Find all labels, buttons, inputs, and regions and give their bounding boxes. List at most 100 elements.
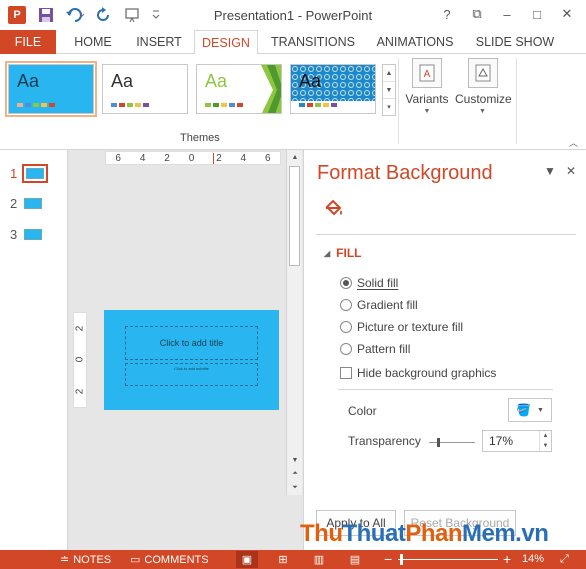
ruler-tick: 4 xyxy=(240,152,247,164)
theme-sample-text: Aa xyxy=(299,71,322,91)
tab-transitions[interactable]: TRANSITIONS xyxy=(266,30,360,54)
customize-button[interactable]: Customize ▼ xyxy=(455,58,512,115)
fit-slide-icon[interactable]: ⤢ xyxy=(560,553,569,566)
slide-thumbnail[interactable]: 3 xyxy=(10,227,42,242)
slide-canvas[interactable]: Click to add title Click to add subtitle xyxy=(104,310,279,410)
previous-slide-icon[interactable]: ⏶ xyxy=(287,467,303,481)
tab-insert[interactable]: INSERT xyxy=(128,30,190,54)
ribbon-tabs: FILE HOME INSERT DESIGN TRANSITIONS ANIM… xyxy=(0,30,586,55)
pane-options-icon[interactable]: ▼ xyxy=(544,164,556,178)
transparency-label: Transparency xyxy=(348,434,421,448)
editor-scrollbar[interactable]: ▲ ▼ ⏶ ⏷ xyxy=(286,150,302,495)
zoom-level[interactable]: 14% xyxy=(522,553,544,565)
paint-bucket-icon[interactable] xyxy=(322,196,346,220)
reading-view-icon[interactable]: ▥ xyxy=(308,551,330,568)
tab-home[interactable]: HOME xyxy=(64,30,122,54)
ruler-tick: 4 xyxy=(139,152,146,164)
close-icon[interactable]: ✕ xyxy=(566,164,576,178)
normal-view-icon[interactable]: ▣ xyxy=(236,551,258,568)
tab-design[interactable]: DESIGN xyxy=(194,30,258,55)
checkbox[interactable] xyxy=(340,367,352,379)
horizontal-ruler: 6 4 2 0 2 4 6 xyxy=(105,151,281,165)
slide-editor: 6 4 2 0 2 4 6 2 0 2 Click to add title C… xyxy=(69,150,285,550)
transparency-slider[interactable] xyxy=(429,438,475,448)
theme-color-bars xyxy=(299,103,339,107)
radio-button[interactable] xyxy=(340,321,352,333)
ribbon-display-icon[interactable]: ⧉ xyxy=(462,4,492,24)
radio-solid-fill[interactable]: Solid fill xyxy=(340,276,398,290)
close-button[interactable]: ✕ xyxy=(552,4,582,24)
next-slide-icon[interactable]: ⏷ xyxy=(287,481,303,495)
slide-show-view-icon[interactable]: ▤ xyxy=(344,551,366,568)
gallery-up-icon[interactable]: ▲ xyxy=(383,65,395,82)
radio-pattern-fill[interactable]: Pattern fill xyxy=(340,342,410,356)
scroll-up-icon[interactable]: ▲ xyxy=(287,150,303,164)
spin-down-icon[interactable]: ▼ xyxy=(540,441,551,451)
slide-thumbnail[interactable]: 2 xyxy=(10,196,42,211)
ruler-tick: 2 xyxy=(74,325,86,332)
title-placeholder[interactable]: Click to add title xyxy=(125,326,258,360)
ribbon-divider xyxy=(398,58,399,144)
zoom-out-button[interactable]: − xyxy=(384,551,392,567)
pane-title: Format Background xyxy=(317,162,493,184)
theme-color-bars xyxy=(17,103,57,107)
scroll-thumb[interactable] xyxy=(289,166,300,266)
ruler-tick: 6 xyxy=(115,152,121,164)
zoom-slider[interactable] xyxy=(398,559,498,560)
fill-section-header[interactable]: ◢ FILL xyxy=(324,246,361,260)
gallery-more-icon[interactable]: ▾ xyxy=(383,99,395,115)
divider xyxy=(338,389,553,390)
section-label: FILL xyxy=(336,246,362,260)
ribbon-divider xyxy=(516,58,517,144)
vertical-ruler: 2 0 2 xyxy=(73,312,87,408)
radio-gradient-fill[interactable]: Gradient fill xyxy=(340,298,418,312)
theme-card[interactable]: Aa xyxy=(102,64,188,114)
tab-file[interactable]: FILE xyxy=(0,30,56,54)
chevron-down-icon: ▼ xyxy=(479,108,486,115)
notes-button[interactable]: ≐ NOTES xyxy=(60,553,112,567)
transparency-value[interactable]: 17% xyxy=(483,434,539,448)
help-icon[interactable]: ? xyxy=(432,4,462,24)
slide-sorter-view-icon[interactable]: ⊞ xyxy=(272,551,294,568)
minimize-button[interactable]: – xyxy=(492,4,522,24)
radio-label: Pattern fill xyxy=(357,342,411,356)
zoom-in-button[interactable]: + xyxy=(503,551,511,567)
window-controls: ? ⧉ – □ ✕ xyxy=(432,4,582,24)
watermark-logo: ThuThuatPhanMem.vn xyxy=(300,520,549,547)
zoom-knob[interactable] xyxy=(400,554,403,565)
customize-icon xyxy=(467,58,498,88)
collapse-ribbon-icon[interactable]: ︿ xyxy=(569,136,578,149)
chevron-down-icon: ▼ xyxy=(537,406,544,414)
radio-picture-fill[interactable]: Picture or texture fill xyxy=(340,320,463,334)
theme-card[interactable]: Aa xyxy=(5,61,97,117)
slider-knob[interactable] xyxy=(437,438,440,447)
radio-button[interactable] xyxy=(340,277,352,289)
radio-button[interactable] xyxy=(340,343,352,355)
slide-number: 3 xyxy=(10,227,18,242)
maximize-button[interactable]: □ xyxy=(522,4,552,24)
selected-slide-frame xyxy=(22,164,48,183)
theme-sample-text: Aa xyxy=(205,71,228,91)
format-background-pane: Format Background ▼ ✕ ◢ FILL Solid fill … xyxy=(303,150,586,550)
transparency-spinner[interactable]: 17% ▲ ▼ xyxy=(482,430,552,452)
variants-button[interactable]: A Variants ▼ xyxy=(402,58,452,115)
radio-button[interactable] xyxy=(340,299,352,311)
themes-group-label: Themes xyxy=(180,132,220,144)
theme-card[interactable]: Aa xyxy=(196,64,282,114)
subtitle-placeholder[interactable]: Click to add subtitle xyxy=(125,363,258,386)
comments-button[interactable]: ▭ COMMENTS xyxy=(130,553,209,567)
spin-up-icon[interactable]: ▲ xyxy=(540,431,551,441)
gallery-down-icon[interactable]: ▼ xyxy=(383,82,395,99)
hide-background-graphics-checkbox[interactable]: Hide background graphics xyxy=(340,366,496,380)
tab-slide-show[interactable]: SLIDE SHOW xyxy=(470,30,560,54)
slide-number: 2 xyxy=(10,196,18,211)
ruler-tick: 2 xyxy=(74,388,86,395)
scroll-down-icon[interactable]: ▼ xyxy=(287,453,303,467)
color-picker-button[interactable]: 🪣 ▼ xyxy=(508,398,552,422)
comments-label: COMMENTS xyxy=(144,553,209,566)
notes-label: NOTES xyxy=(73,553,112,566)
theme-card[interactable]: Aa xyxy=(290,64,376,114)
radio-label: Picture or texture fill xyxy=(357,320,464,334)
tab-animations[interactable]: ANIMATIONS xyxy=(368,30,462,54)
slide-thumbnail[interactable]: 1 xyxy=(10,164,48,183)
